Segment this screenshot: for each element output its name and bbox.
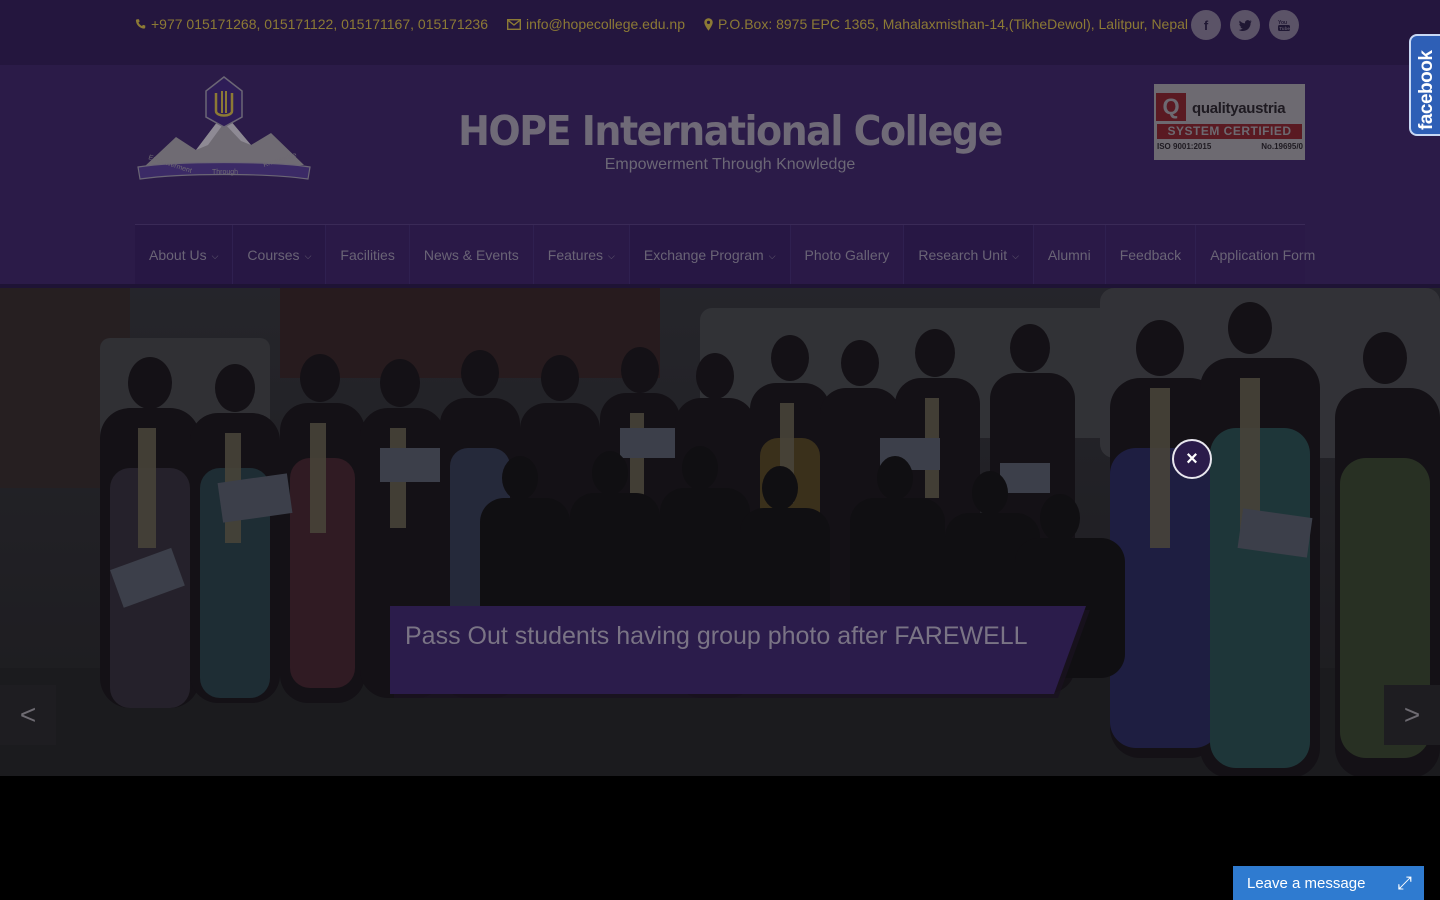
nav-item-alumni[interactable]: Alumni	[1034, 224, 1106, 285]
nav-label: Research Unit	[918, 246, 1008, 263]
slide-caption: Pass Out students having group photo aft…	[390, 606, 1090, 698]
nav-label: News & Events	[423, 246, 519, 263]
hero-slider: Pass Out students having group photo aft…	[0, 288, 1440, 776]
slide-photo	[0, 288, 1440, 776]
college-name[interactable]: HOPE International College	[430, 107, 1030, 155]
envelope-icon	[506, 18, 521, 30]
caption-text: Pass Out students having group photo aft…	[405, 622, 1028, 650]
nav-item-application-form[interactable]: Application Form	[1196, 225, 1329, 285]
maximize-icon[interactable]: ⤢	[1398, 873, 1412, 894]
nav-item-facilities[interactable]: Facilities	[326, 224, 410, 285]
slider-next-button[interactable]: >	[1384, 685, 1440, 745]
close-button[interactable]: ×	[1172, 439, 1212, 479]
caption-backdrop	[390, 606, 1090, 698]
chevron-down-icon: ⌵	[1012, 250, 1019, 261]
nav-label: Alumni	[1047, 246, 1091, 263]
nav-label: Feedback	[1119, 246, 1182, 263]
college-brand: HOPE International College Empowerment T…	[430, 107, 1030, 174]
chevron-down-icon: ⌵	[304, 250, 312, 261]
address-info: P.O.Box: 8975 EPC 1365, Mahalaxmisthan-1…	[704, 16, 1188, 32]
nav-item-news-events[interactable]: News & Events	[410, 224, 534, 285]
nav-item-research-unit[interactable]: Research Unit ⌵	[904, 224, 1034, 285]
chevron-down-icon: ⌵	[608, 250, 615, 261]
facebook-tab-label: facebook	[1416, 50, 1437, 130]
nav-label: About Us	[149, 246, 207, 263]
chat-label: Leave a message	[1247, 874, 1366, 892]
college-logo[interactable]: Empowerment Through Knowledge	[136, 75, 312, 185]
nav-label: Facilities	[340, 246, 395, 263]
nav-label: Courses	[247, 246, 300, 263]
site-header: Empowerment Through Knowledge HOPE Inter…	[0, 65, 1440, 288]
nav-label: Application Form	[1210, 246, 1316, 263]
quality-austria-badge: Q qualityaustria SYSTEM CERTIFIED ISO 90…	[1154, 84, 1305, 160]
certifier-name: qualityaustria	[1192, 100, 1286, 117]
nav-label: Exchange Program	[643, 246, 764, 263]
iso-standard: ISO 9001:2015	[1157, 142, 1212, 151]
leave-message-widget[interactable]: Leave a message ⤢	[1233, 866, 1424, 900]
nav-item-about-us[interactable]: About Us ⌵	[135, 224, 234, 285]
svg-text:Through: Through	[212, 169, 238, 176]
social-links: f You Tube	[1191, 10, 1299, 40]
nav-item-features[interactable]: Features ⌵	[534, 224, 630, 285]
nav-item-feedback[interactable]: Feedback	[1106, 224, 1197, 285]
certificate-number: No.19695/0	[1261, 142, 1303, 151]
nav-item-exchange-program[interactable]: Exchange Program ⌵	[629, 224, 791, 285]
address-text: P.O.Box: 8975 EPC 1365, Mahalaxmisthan-1…	[718, 16, 1189, 32]
main-nav: About Us ⌵ Courses ⌵ Facilities News & Eve…	[135, 224, 1315, 285]
email-info[interactable]: info@hopecollege.edu.np	[506, 16, 685, 32]
quality-mark: Q	[1156, 93, 1186, 121]
certification-status: SYSTEM CERTIFIED	[1157, 124, 1302, 139]
phone-icon	[135, 19, 146, 29]
chevron-down-icon: ⌵	[768, 250, 776, 261]
phone-info: +977 015171268, 015171122, 015171167, 01…	[135, 16, 488, 32]
contact-info: +977 015171268, 015171122, 015171167, 01…	[135, 16, 1188, 32]
chevron-down-icon: ⌵	[211, 250, 219, 261]
nav-item-photo-gallery[interactable]: Photo Gallery	[791, 224, 905, 285]
nav-item-courses[interactable]: Courses ⌵	[233, 224, 327, 285]
slider-prev-button[interactable]: <	[0, 685, 56, 745]
top-contact-bar: +977 015171268, 015171122, 015171167, 01…	[0, 0, 1440, 65]
facebook-icon[interactable]: f	[1191, 10, 1221, 40]
phone-numbers: +977 015171268, 015171122, 015171167, 01…	[151, 16, 488, 32]
nav-label: Features	[547, 246, 604, 263]
youtube-icon[interactable]: You Tube	[1269, 10, 1299, 40]
twitter-icon[interactable]	[1230, 10, 1260, 40]
facebook-side-tab[interactable]: facebook	[1409, 34, 1440, 136]
svg-text:Tube: Tube	[1279, 26, 1290, 31]
email-link[interactable]: info@hopecollege.edu.np	[526, 16, 685, 32]
nav-label: Photo Gallery	[804, 246, 890, 263]
college-tagline: Empowerment Through Knowledge	[604, 156, 856, 173]
map-marker-icon	[704, 17, 713, 31]
